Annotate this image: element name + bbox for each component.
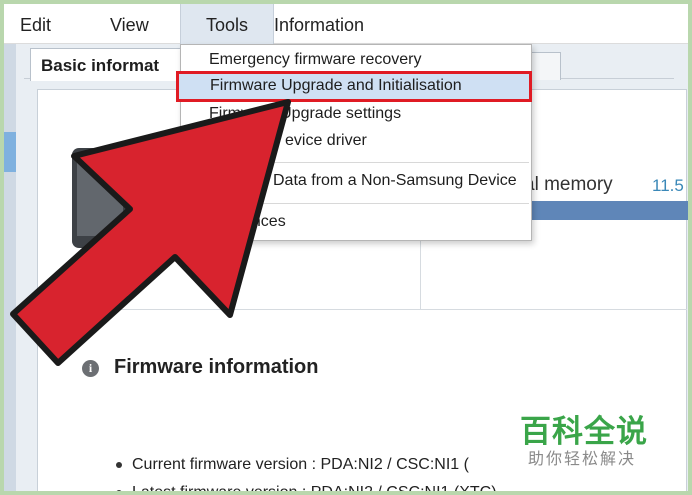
menu-view[interactable]: View	[110, 4, 149, 44]
panel-divider-horizontal	[37, 309, 687, 310]
menu-item-emergency-recovery[interactable]: Emergency firmware recovery	[209, 51, 422, 69]
phone-device-icon	[72, 148, 128, 248]
current-firmware-row: Current firmware version : PDA:NI2 / CSC…	[116, 456, 469, 474]
menu-separator	[203, 203, 529, 204]
firmware-info-title: Firmware information	[114, 356, 319, 378]
app-window: Edit View Tools Information Basic inform…	[0, 0, 692, 495]
menu-item-firmware-upgrade-settings[interactable]: Firmware Upgrade settings	[209, 105, 401, 123]
menu-separator	[203, 162, 529, 163]
menu-edit[interactable]: Edit	[20, 4, 51, 44]
tab-basic-information[interactable]: Basic informat	[30, 48, 190, 81]
left-side-strip	[4, 44, 16, 491]
bullet-dot	[116, 461, 122, 468]
watermark-subtitle: 助你轻松解决	[528, 451, 637, 468]
latest-firmware-row: Latest firmware version : PDA:NI2 / CSC:…	[116, 484, 497, 495]
memory-value: 11.5	[652, 176, 684, 195]
memory-label: al memory	[524, 174, 613, 195]
menu-item-preferences[interactable]: ences	[243, 213, 286, 231]
bullet-dot	[116, 489, 122, 491]
info-icon: i	[82, 360, 99, 377]
latest-firmware-text: Latest firmware version : PDA:NI2 / CSC:…	[132, 484, 497, 495]
menu-item-firmware-upgrade-initialisation[interactable]: Firmware Upgrade and Initialisation	[210, 77, 462, 95]
menu-tools[interactable]: Tools	[180, 4, 274, 44]
menu-item-transfer-data[interactable]: Data from a Non-Samsung Device	[273, 172, 517, 190]
menu-item-device-driver[interactable]: evice driver	[285, 132, 367, 150]
menu-bar: Edit View Tools Information	[4, 4, 688, 44]
menu-information[interactable]: Information	[274, 4, 364, 44]
current-firmware-text: Current firmware version : PDA:NI2 / CSC…	[132, 456, 469, 473]
